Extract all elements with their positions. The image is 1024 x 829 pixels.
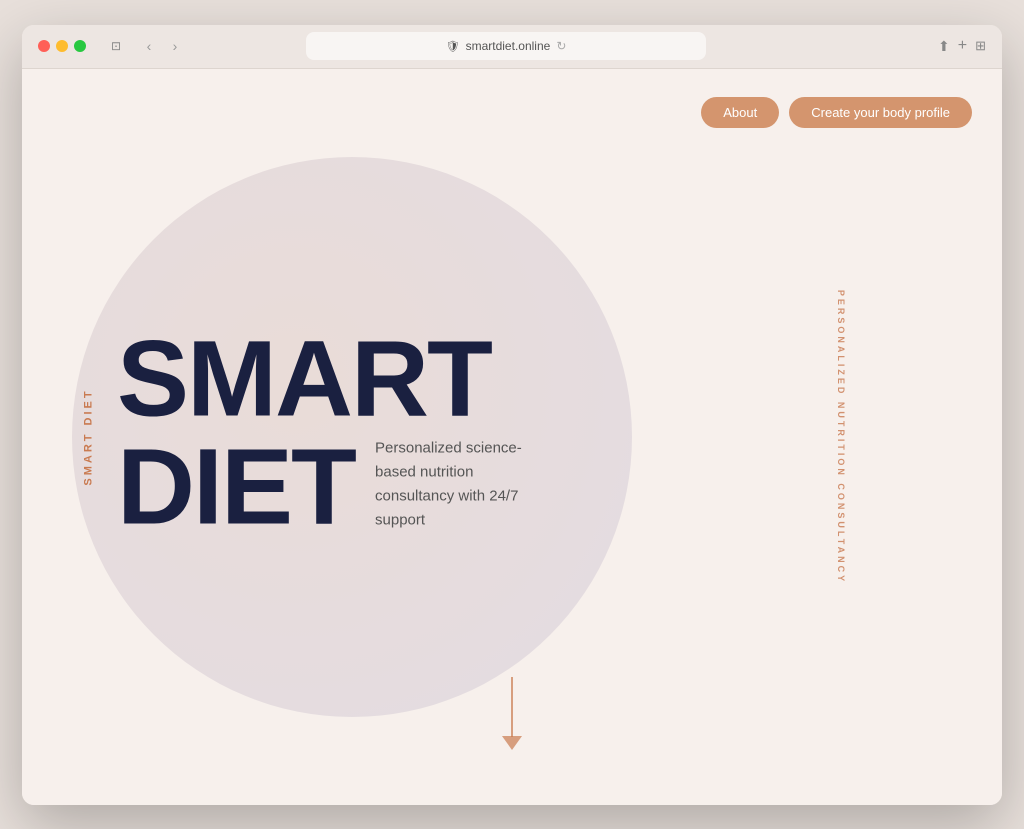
forward-button[interactable]: › [164, 35, 186, 57]
maximize-button[interactable] [74, 40, 86, 52]
new-tab-icon[interactable]: + [958, 37, 967, 55]
hero-diet-row: DIET Personalized science-based nutritio… [117, 432, 555, 540]
back-button[interactable]: ‹ [138, 35, 160, 57]
hero-subtitle: Personalized science-based nutrition con… [375, 436, 555, 540]
scroll-arrow[interactable] [502, 677, 522, 750]
browser-controls: ⊡ ‹ › [102, 35, 186, 57]
browser-titlebar: ⊡ ‹ › 🛡 smartdiet.online ↻ ⬆ + ⊞ [22, 25, 1002, 69]
traffic-lights [38, 40, 86, 52]
arrow-head [502, 736, 522, 750]
extensions-icon[interactable]: ⊞ [975, 38, 986, 54]
security-icon: 🛡 [446, 40, 460, 53]
close-button[interactable] [38, 40, 50, 52]
hero-title-diet: DIET [117, 432, 355, 540]
about-button[interactable]: About [701, 97, 779, 128]
browser-nav: ‹ › [138, 35, 186, 57]
address-bar[interactable]: 🛡 smartdiet.online ↻ [306, 32, 706, 60]
side-text-left: SMART DIET [83, 388, 95, 485]
minimize-button[interactable] [56, 40, 68, 52]
share-icon[interactable]: ⬆ [938, 38, 950, 55]
reload-icon[interactable]: ↻ [556, 39, 566, 53]
browser-window: ⊡ ‹ › 🛡 smartdiet.online ↻ ⬆ + ⊞ SMART D… [22, 25, 1002, 805]
arrow-line [511, 677, 513, 737]
side-text-right: PERSONALIZED NUTRITION CONSULTANCY [836, 289, 846, 583]
page-content: SMART DIET PERSONALIZED NUTRITION CONSUL… [22, 69, 1002, 805]
create-profile-button[interactable]: Create your body profile [789, 97, 972, 128]
hero-content: SMART DIET Personalized science-based nu… [117, 324, 555, 540]
url-display: smartdiet.online [466, 39, 551, 53]
sidebar-toggle[interactable]: ⊡ [102, 36, 130, 56]
hero-title-smart: SMART [117, 324, 555, 432]
nav-buttons: About Create your body profile [701, 97, 972, 128]
browser-actions: ⬆ + ⊞ [938, 37, 986, 55]
